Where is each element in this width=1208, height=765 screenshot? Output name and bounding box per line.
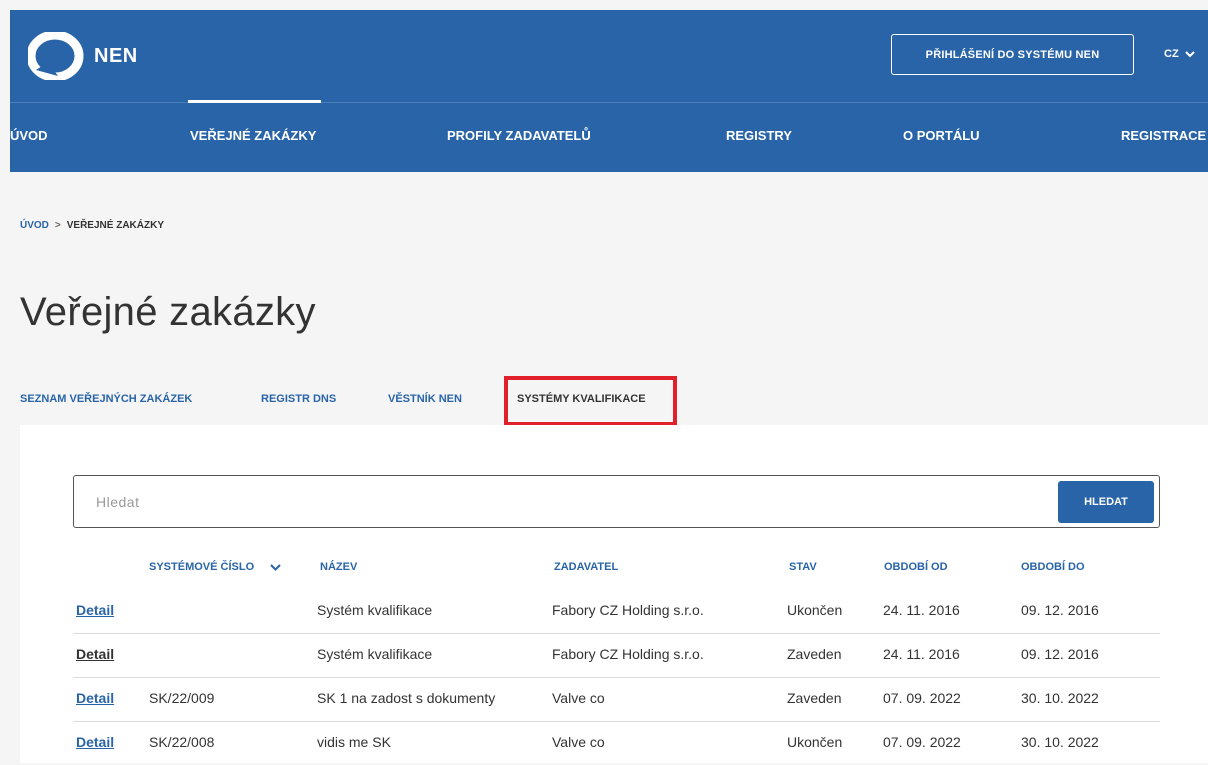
nav-item-registration[interactable]: REGISTRACE [1121,128,1206,143]
login-button[interactable]: PŘIHLÁŠENÍ DO SYSTÉMU NEN [891,34,1134,75]
cell-period-to: 30. 10. 2022 [1021,690,1099,706]
chevron-down-icon [1184,50,1195,57]
nav-item-about-portal[interactable]: O PORTÁLU [903,128,980,143]
cell-name: SK 1 na zadost s dokumenty [317,690,496,706]
cell-authority: Valve co [552,690,605,706]
cell-name: Systém kvalifikace [317,602,433,618]
column-header-label: SYSTÉMOVÉ ČÍSLO [149,561,255,573]
detail-link[interactable]: Detail [76,602,114,618]
breadcrumb: ÚVOD > VEŘEJNÉ ZAKÁZKY [20,220,164,231]
column-header-authority[interactable]: ZADAVATEL [554,561,618,573]
cell-status: Zaveden [787,646,842,662]
cell-period-to: 30. 10. 2022 [1021,734,1099,750]
column-header-period-from[interactable]: OBDOBÍ OD [884,561,948,573]
logo-text: NEN [94,44,138,67]
language-selector[interactable]: CZ [1164,48,1195,60]
cell-system-number: SK/22/009 [149,690,215,706]
cell-period-to: 09. 12. 2016 [1021,646,1099,662]
table-row: Detail SK/22/009 SK 1 na zadost s dokume… [73,678,1160,721]
cell-name: vidis me SK [317,734,391,750]
nav-item-home[interactable]: ÚVOD [10,128,48,143]
nav-item-registers[interactable]: REGISTRY [726,128,792,143]
logo[interactable]: NEN [28,32,138,80]
top-header: NEN PŘIHLÁŠENÍ DO SYSTÉMU NEN CZ ÚVOD VE… [10,10,1208,172]
cell-period-from: 07. 09. 2022 [883,734,961,750]
cell-status: Ukončen [787,602,843,618]
column-header-period-to[interactable]: OBDOBÍ DO [1021,561,1085,573]
search-input[interactable] [74,476,1044,527]
cell-period-to: 09. 12. 2016 [1021,602,1099,618]
nav-item-public-contracts[interactable]: VEŘEJNÉ ZAKÁZKY [190,128,316,143]
tab-nen-journal[interactable]: VĚSTNÍK NEN [388,393,462,405]
cell-authority: Fabory CZ Holding s.r.o. [552,602,704,618]
detail-link[interactable]: Detail [76,734,114,750]
cell-period-from: 24. 11. 2016 [883,646,960,662]
cell-status: Ukončen [787,734,843,750]
page-title: Veřejné zakázky [20,290,316,334]
breadcrumb-home[interactable]: ÚVOD [20,220,49,231]
nen-logo-icon [28,32,84,80]
cell-authority: Valve co [552,734,605,750]
sort-chevron-down-icon [270,563,281,571]
content-panel: HLEDAT SYSTÉMOVÉ ČÍSLO NÁZEV ZADAVATEL S… [20,425,1208,763]
main-navigation: ÚVOD VEŘEJNÉ ZAKÁZKY PROFILY ZADAVATELŮ … [10,103,1208,172]
cell-status: Zaveden [787,690,842,706]
detail-link[interactable]: Detail [76,646,114,662]
tab-public-contracts-list[interactable]: SEZNAM VEŘEJNÝCH ZAKÁZEK [20,393,192,405]
column-header-name[interactable]: NÁZEV [320,561,357,573]
search-bar: HLEDAT [73,475,1160,528]
cell-period-from: 07. 09. 2022 [883,690,961,706]
column-header-system-number[interactable]: SYSTÉMOVÉ ČÍSLO [149,561,281,573]
cell-system-number: SK/22/008 [149,734,215,750]
nav-item-authority-profiles[interactable]: PROFILY ZADAVATELŮ [447,128,591,143]
cell-period-from: 24. 11. 2016 [883,602,960,618]
table-row: Detail SK/22/008 vidis me SK Valve co Uk… [73,722,1160,765]
detail-link[interactable]: Detail [76,690,114,706]
column-header-status[interactable]: STAV [789,561,817,573]
table-row: Detail Systém kvalifikace Fabory CZ Hold… [73,634,1160,677]
cell-authority: Fabory CZ Holding s.r.o. [552,646,704,662]
breadcrumb-separator: > [54,220,61,231]
search-button[interactable]: HLEDAT [1058,481,1154,523]
highlight-annotation [504,376,677,426]
table-row: Detail Systém kvalifikace Fabory CZ Hold… [73,590,1160,633]
breadcrumb-current: VEŘEJNÉ ZAKÁZKY [66,220,164,231]
tab-dns-register[interactable]: REGISTR DNS [261,393,336,405]
cell-name: Systém kvalifikace [317,646,433,662]
language-label: CZ [1164,48,1179,60]
